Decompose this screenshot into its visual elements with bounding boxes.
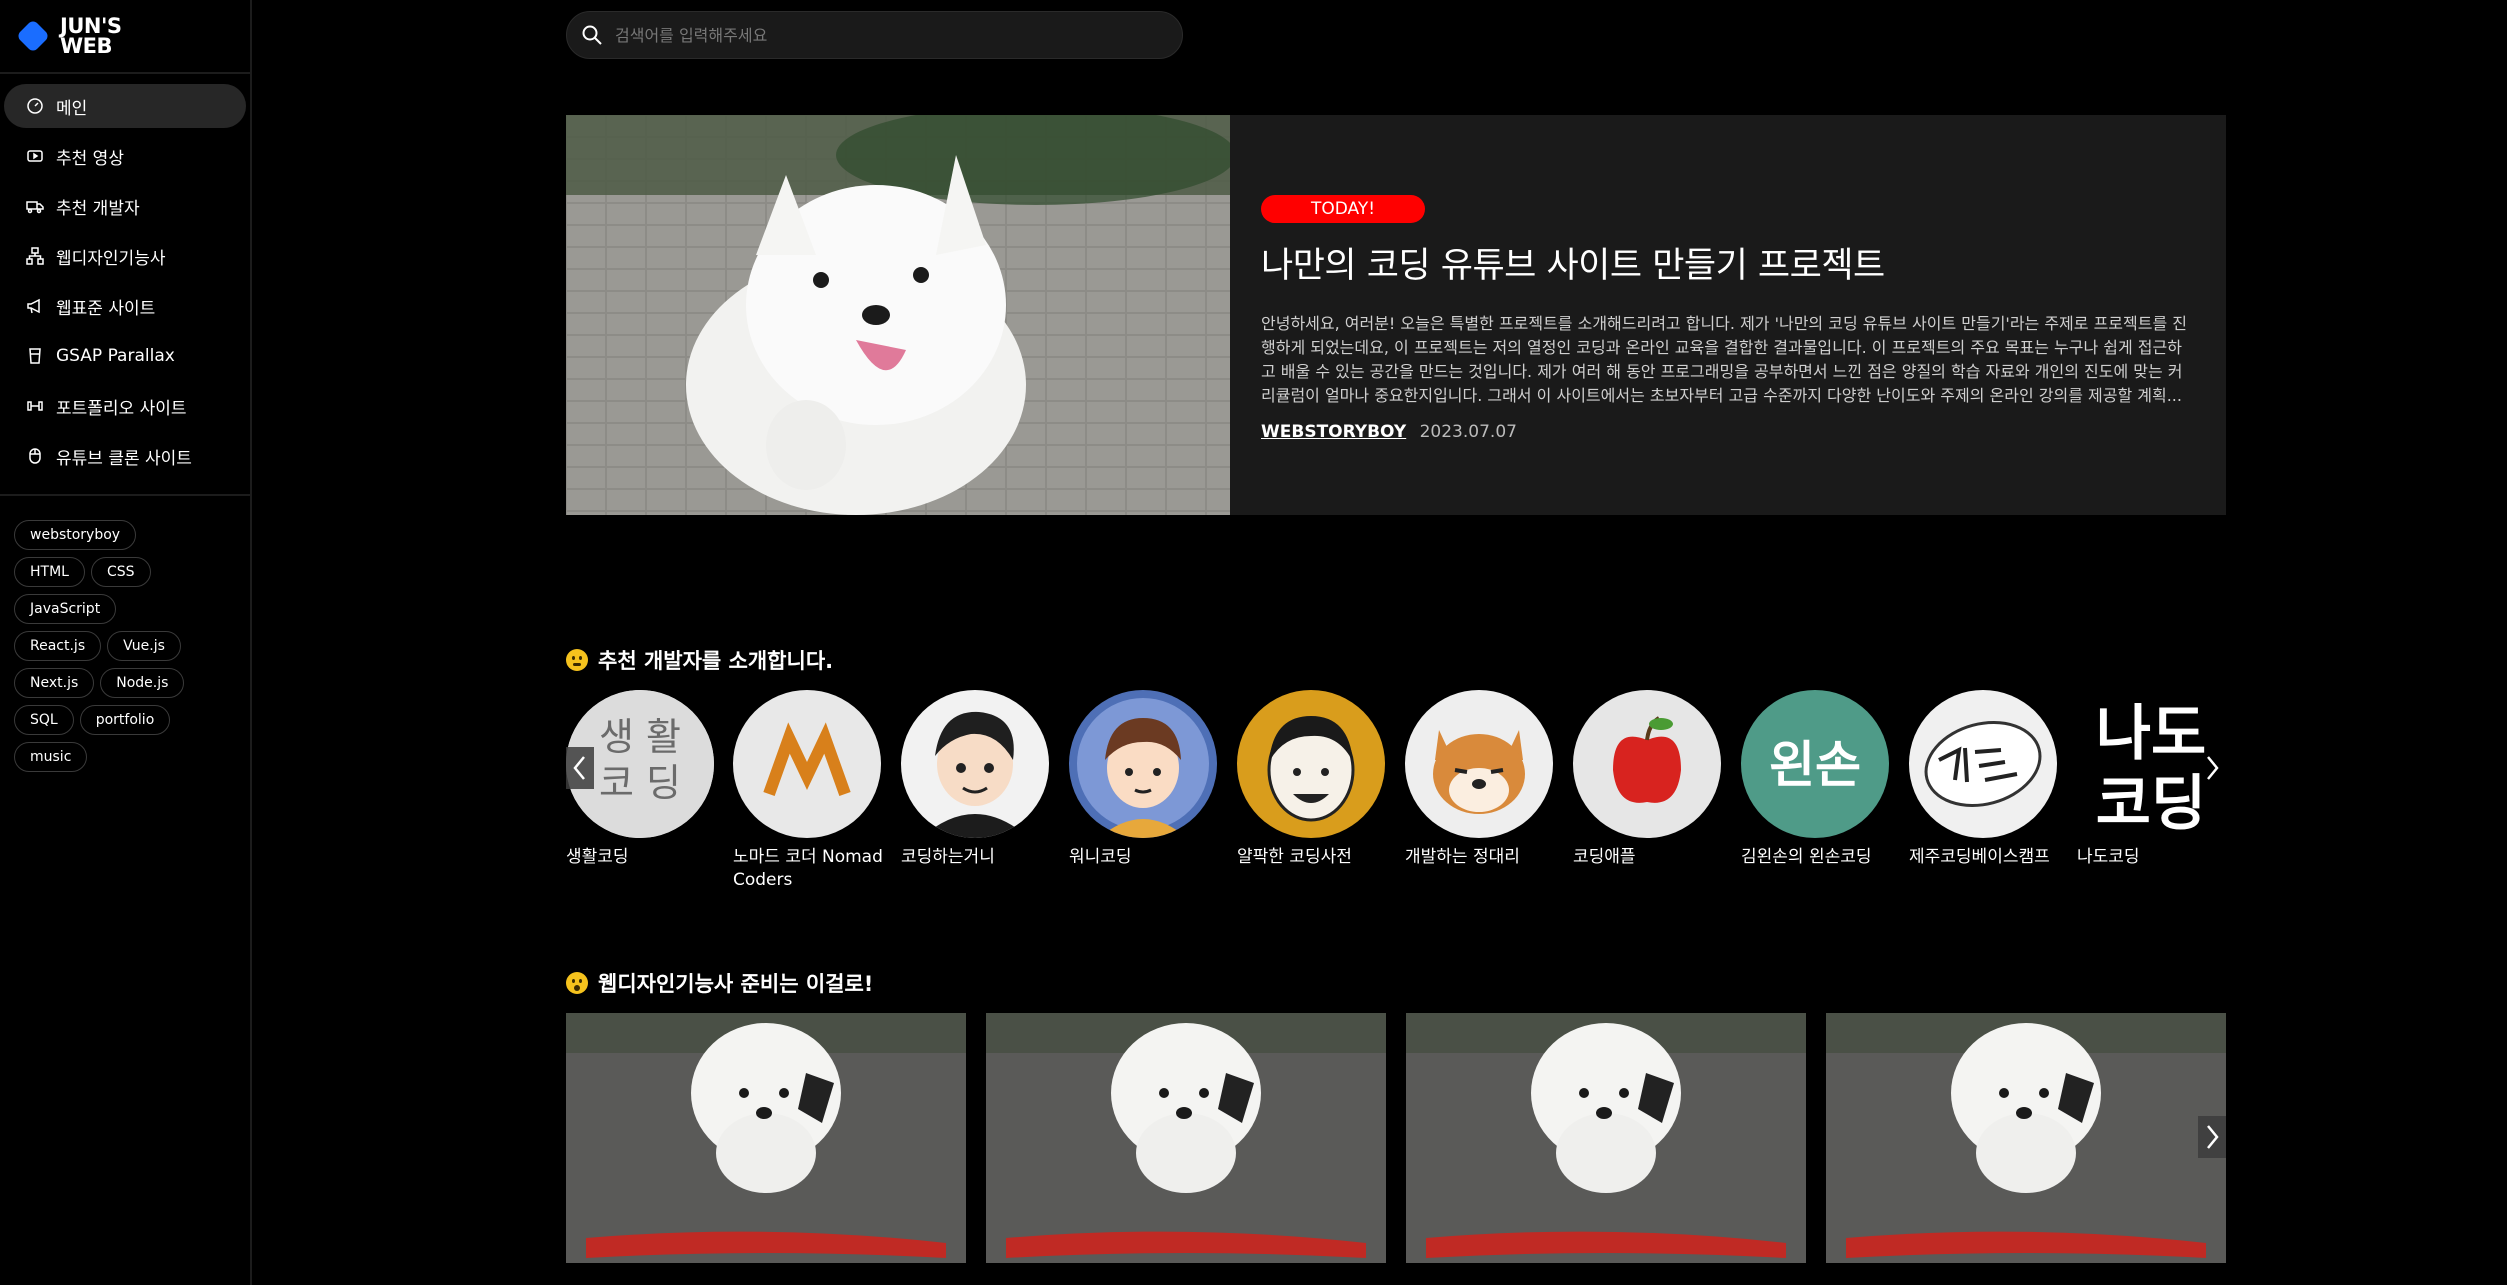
- sidebar-item-label: 추천 개발자: [56, 198, 140, 219]
- webdesign-card[interactable]: [1826, 1013, 2226, 1263]
- tag-webstoryboy[interactable]: webstoryboy: [14, 520, 137, 550]
- logo-text: JUN'S WEB: [60, 14, 122, 58]
- developer-avatar: [901, 690, 1049, 838]
- webdesign-card[interactable]: [566, 1013, 966, 1263]
- featured-image: [566, 115, 1230, 515]
- sidebar: JUN'S WEB 메인 추천 영상 추천 개발자 웹디자인기능사 웹표준 사이…: [0, 0, 252, 1285]
- developer-avatar: [1573, 690, 1721, 838]
- webdesign-next-button[interactable]: [2198, 1116, 2226, 1158]
- tag-music[interactable]: music: [14, 742, 88, 772]
- mouse-icon: [26, 447, 44, 465]
- dashboard-icon: [26, 97, 44, 115]
- sidebar-item-gsap[interactable]: GSAP Parallax: [4, 334, 246, 378]
- sidebar-item-label: 추천 영상: [56, 148, 124, 169]
- chevron-right-icon: [2207, 756, 2219, 780]
- today-badge: TODAY!: [1261, 195, 1426, 223]
- tag-portfolio[interactable]: portfolio: [79, 705, 171, 735]
- megaphone-icon: [26, 297, 44, 315]
- developer-card[interactable]: 얄팍한 코딩사전: [1237, 690, 1387, 869]
- developer-card[interactable]: 개발하는 정대리: [1405, 690, 1555, 869]
- sidebar-item-label: 유튜브 클론 사이트: [56, 448, 192, 469]
- webdesign-section-title: 웹디자인기능사 준비는 이걸로!: [566, 968, 873, 998]
- developer-card[interactable]: 코딩애플: [1573, 690, 1723, 869]
- sidebar-item-label: 웹표준 사이트: [56, 298, 156, 319]
- truck-icon: [26, 197, 44, 215]
- developers-next-button[interactable]: [2198, 747, 2226, 789]
- sidebar-item-web-standard[interactable]: 웹표준 사이트: [4, 284, 246, 328]
- video-icon: [26, 147, 44, 165]
- webdesign-card[interactable]: [986, 1013, 1386, 1263]
- sidebar-item-recommended-videos[interactable]: 추천 영상: [4, 134, 246, 178]
- developer-avatar: [733, 690, 881, 838]
- cup-icon: [26, 347, 44, 365]
- sitemap-icon: [26, 247, 44, 265]
- tag-javascript[interactable]: JavaScript: [14, 594, 117, 624]
- logo[interactable]: JUN'S WEB: [0, 0, 250, 74]
- svg-text:왼손: 왼손: [1769, 736, 1861, 794]
- featured-title[interactable]: 나만의 코딩 유튜브 사이트 만들기 프로젝트: [1261, 237, 2190, 288]
- face-emoji-icon: [566, 972, 588, 994]
- tag-css[interactable]: CSS: [90, 557, 151, 587]
- developer-avatar: [1069, 690, 1217, 838]
- featured-description: 안녕하세요, 여러분! 오늘은 특별한 프로젝트를 소개해드리려고 합니다. 제…: [1261, 314, 2187, 405]
- featured-author[interactable]: WEBSTORYBOY: [1261, 422, 1406, 442]
- sidebar-item-recommended-developers[interactable]: 추천 개발자: [4, 184, 246, 228]
- tag-nodejs[interactable]: Node.js: [100, 668, 185, 698]
- featured-info: TODAY! 나만의 코딩 유튜브 사이트 만들기 프로젝트 안녕하세요, 여러…: [1230, 115, 2226, 515]
- developer-avatar: 왼손: [1741, 690, 1889, 838]
- tag-vuejs[interactable]: Vue.js: [107, 631, 181, 661]
- sidebar-item-main[interactable]: 메인: [4, 84, 246, 128]
- developers-slider: 생 활코 딩 생활코딩 노마드 코더 Nomad Coders 코딩하는거니 워…: [566, 690, 2226, 900]
- tag-list: webstoryboy HTML CSS JavaScript React.js…: [0, 496, 220, 779]
- search-icon: [582, 25, 602, 45]
- tag-nextjs[interactable]: Next.js: [14, 668, 95, 698]
- sidebar-item-label: GSAP Parallax: [56, 346, 175, 366]
- developers-prev-button[interactable]: [566, 747, 594, 789]
- sidebar-nav: 메인 추천 영상 추천 개발자 웹디자인기능사 웹표준 사이트 GSAP Par…: [0, 74, 250, 496]
- developer-card[interactable]: 제주코딩베이스캠프: [1909, 690, 2059, 869]
- webdesign-card[interactable]: [1406, 1013, 1806, 1263]
- tag-html[interactable]: HTML: [14, 557, 85, 587]
- svg-text:코 딩: 코 딩: [599, 761, 681, 805]
- dumbbell-icon: [26, 397, 44, 415]
- sidebar-item-webdesign[interactable]: 웹디자인기능사: [4, 234, 246, 278]
- svg-text:코딩: 코딩: [2096, 769, 2206, 838]
- developer-card[interactable]: 코딩하는거니: [901, 690, 1051, 869]
- featured-meta: WEBSTORYBOY 2023.07.07: [1261, 422, 2190, 442]
- webdesign-cards: [566, 1013, 2226, 1263]
- sidebar-item-label: 메인: [56, 98, 88, 119]
- tag-reactjs[interactable]: React.js: [14, 631, 102, 661]
- featured-date: 2023.07.07: [1419, 422, 1517, 442]
- featured-banner[interactable]: TODAY! 나만의 코딩 유튜브 사이트 만들기 프로젝트 안녕하세요, 여러…: [566, 115, 2226, 515]
- sidebar-item-label: 웹디자인기능사: [56, 248, 166, 269]
- svg-text:나도: 나도: [2096, 699, 2206, 769]
- chevron-left-icon: [573, 756, 585, 780]
- sidebar-item-label: 포트폴리오 사이트: [56, 398, 187, 419]
- search-bar[interactable]: [566, 11, 1183, 59]
- developer-avatar: [1909, 690, 2057, 838]
- face-emoji-icon: [566, 649, 588, 671]
- chevron-right-icon: [2207, 1125, 2219, 1149]
- svg-text:생 활: 생 활: [599, 715, 681, 759]
- developers-section-title: 추천 개발자를 소개합니다.: [566, 645, 833, 675]
- developer-card[interactable]: 노마드 코더 Nomad Coders: [733, 690, 883, 892]
- logo-icon: [14, 17, 52, 55]
- sidebar-item-youtube-clone[interactable]: 유튜브 클론 사이트: [4, 434, 246, 478]
- developer-avatar: [1237, 690, 1385, 838]
- sidebar-item-portfolio[interactable]: 포트폴리오 사이트: [4, 384, 246, 428]
- developer-card[interactable]: 왼손 김왼손의 왼손코딩: [1741, 690, 1891, 869]
- tag-sql[interactable]: SQL: [14, 705, 74, 735]
- developer-card[interactable]: 워니코딩: [1069, 690, 1219, 869]
- search-input[interactable]: [615, 25, 1155, 45]
- developer-avatar: [1405, 690, 1553, 838]
